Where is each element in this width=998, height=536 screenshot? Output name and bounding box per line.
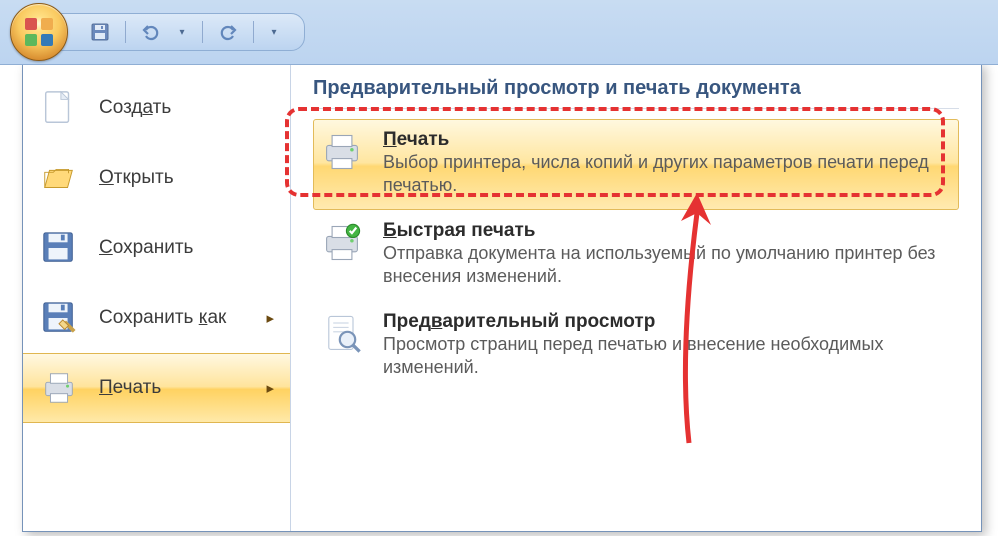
separator <box>202 21 203 43</box>
separator <box>253 21 254 43</box>
undo-dropdown[interactable]: ▾ <box>176 27 188 38</box>
option-text: Быстрая печатьОтправка документа на испо… <box>383 220 953 289</box>
preview-icon <box>319 311 365 357</box>
title-bar: ▾ ▾ <box>0 0 998 65</box>
menu-item-print[interactable]: Печать ▸ <box>23 353 290 423</box>
open-icon <box>39 158 79 198</box>
menu-item-label: Сохранить как <box>99 307 226 329</box>
office-logo-icon <box>23 16 55 48</box>
save-icon <box>39 228 79 268</box>
menu-item-label: Печать <box>99 377 161 399</box>
option-text: Предварительный просмотрПросмотр страниц… <box>383 311 953 380</box>
option-desc: Выбор принтера, числа копий и других пар… <box>383 151 953 198</box>
option-text: ПечатьВыбор принтера, числа копий и друг… <box>383 129 953 198</box>
qat-redo-button[interactable] <box>217 21 239 43</box>
redo-icon <box>218 22 238 42</box>
office-menu-right: Предварительный просмотр и печать докуме… <box>291 63 981 531</box>
printer-quick-icon <box>319 220 365 266</box>
qat-undo-button[interactable] <box>140 21 162 43</box>
panel-title: Предварительный просмотр и печать докуме… <box>313 77 959 109</box>
save-icon <box>90 22 110 42</box>
menu-item-open[interactable]: Открыть <box>23 143 290 213</box>
option-desc: Просмотр страниц перед печатью и внесени… <box>383 333 953 380</box>
printer-icon <box>319 129 365 175</box>
menu-item-saveas[interactable]: Сохранить как ▸ <box>23 283 290 353</box>
opt-quick-print[interactable]: Быстрая печатьОтправка документа на испо… <box>313 210 959 301</box>
office-menu: СоздатьОткрытьСохранитьСохранить как▸Печ… <box>22 62 982 532</box>
separator <box>125 21 126 43</box>
new-icon <box>39 88 79 128</box>
option-title: Печать <box>383 129 953 151</box>
saveas-icon <box>39 298 79 338</box>
option-title: Быстрая печать <box>383 220 953 242</box>
submenu-arrow-icon: ▸ <box>266 379 274 397</box>
undo-icon <box>141 22 161 42</box>
quick-access-toolbar: ▾ ▾ <box>44 13 305 51</box>
opt-print[interactable]: ПечатьВыбор принтера, числа копий и друг… <box>313 119 959 210</box>
menu-item-label: Создать <box>99 97 171 119</box>
menu-item-new[interactable]: Создать <box>23 73 290 143</box>
qat-save-button[interactable] <box>89 21 111 43</box>
menu-item-label: Сохранить <box>99 237 193 259</box>
office-menu-left: СоздатьОткрытьСохранитьСохранить как▸Печ… <box>23 63 291 531</box>
menu-item-label: Открыть <box>99 167 174 189</box>
menu-item-save[interactable]: Сохранить <box>23 213 290 283</box>
opt-print-preview[interactable]: Предварительный просмотрПросмотр страниц… <box>313 301 959 392</box>
option-title: Предварительный просмотр <box>383 311 953 333</box>
office-button[interactable] <box>10 3 68 61</box>
submenu-arrow-icon: ▸ <box>266 309 274 327</box>
qat-customize-dropdown[interactable]: ▾ <box>268 27 280 38</box>
option-desc: Отправка документа на используемый по ум… <box>383 242 953 289</box>
print-icon <box>39 368 79 408</box>
